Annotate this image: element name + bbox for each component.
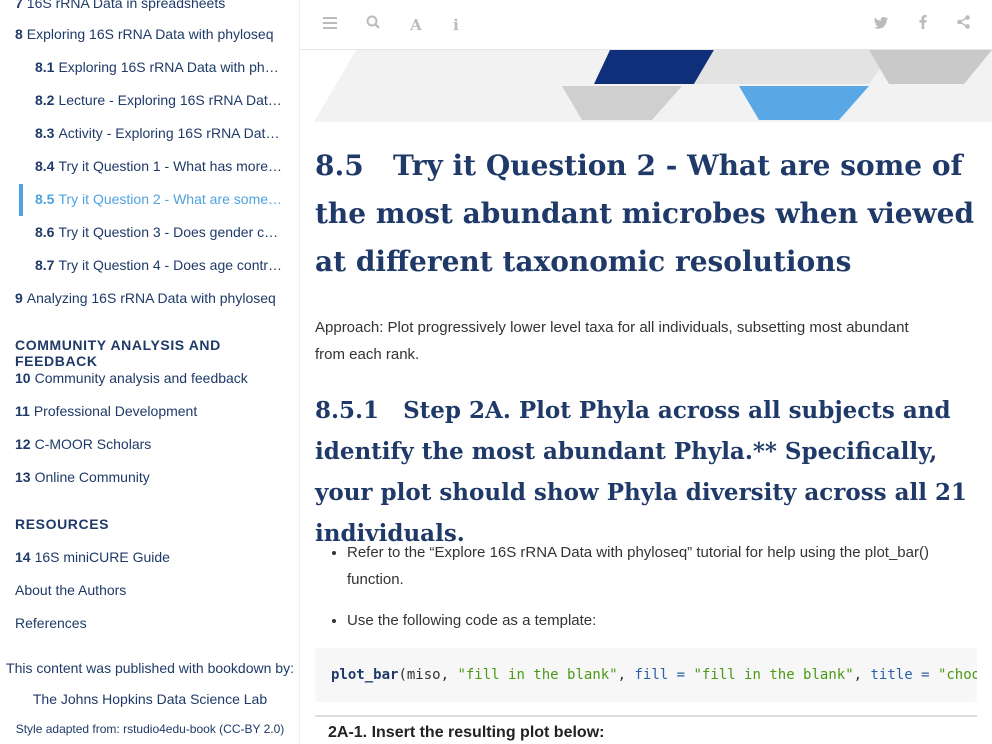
header-banner [314,50,992,122]
sidebar-item-8-4[interactable]: 8.4Try it Question 1 - What has more imp… [35,157,285,175]
twitter-icon[interactable] [870,14,892,36]
sidebar-item-8-2[interactable]: 8.2Lecture - Exploring 16S rRNA Data wit… [35,91,285,109]
code-arg: fill = [634,667,694,683]
sidebar-item-ch13[interactable]: 13 Online Community [15,468,290,486]
sidebar-item-ch12[interactable]: 12 C-MOOR Scholars [15,435,290,453]
style-credit-link[interactable]: Style adapted from: rstudio4edu-book (CC… [0,722,299,736]
instruction-list: Refer to the “Explore 16S rRNA Data with… [347,539,947,634]
list-item: Refer to the “Explore 16S rRNA Data with… [347,539,947,593]
lab-link[interactable]: The Johns Hopkins Data Science Lab [0,691,299,707]
sidebar-item-ch14[interactable]: 14 16S miniCURE Guide [15,548,290,566]
step-heading: 8.5.1 Step 2A. Plot Phyla across all sub… [315,397,968,547]
active-indicator [19,184,23,216]
sidebar-item-ch11[interactable]: 11 Professional Development [15,402,290,420]
sidebar-item-8-3[interactable]: 8.3Activity - Exploring 16S rRNA Data wi… [35,124,285,142]
list-item: Use the following code as a template: [347,607,947,634]
toolbar: A i [300,0,992,50]
code-arg: title = [870,667,938,683]
sidebar-item-8-1[interactable]: 8.1 Exploring 16S rRNA Data with phyloseq [35,58,285,76]
divider [315,715,977,717]
sidebar-item-references[interactable]: References [15,614,290,632]
sidebar-item-ch9[interactable]: 9 Analyzing 16S rRNA Data with phyloseq [15,289,290,307]
code-text: , [617,667,635,683]
published-by-text: This content was published with bookdown… [6,660,294,676]
code-string: "choose a title" [937,667,977,683]
code-block[interactable]: plot_bar(miso, "fill in the blank", fill… [315,648,977,702]
code-function: plot_bar [331,667,399,683]
sidebar-item-about[interactable]: About the Authors [15,581,290,599]
insert-plot-label: 2A-1. Insert the resulting plot below: [328,724,605,741]
code-text: , [853,667,871,683]
facebook-icon[interactable] [912,14,934,36]
section-header-resources: RESOURCES [15,516,110,532]
info-icon[interactable]: i [445,14,467,36]
share-icon[interactable] [952,14,974,36]
menu-icon[interactable] [319,14,341,36]
sidebar-item-ch8[interactable]: 8 Exploring 16S rRNA Data with phyloseq [15,25,290,43]
sidebar-item-8-5[interactable]: 8.5 Try it Question 2 - What are some of … [35,190,285,208]
approach-paragraph: Approach: Plot progressively lower level… [315,319,909,363]
sidebar: 7 16S rRNA Data in spreadsheets 8 Explorin… [0,0,300,744]
code-text: (miso, [398,667,458,683]
sidebar-item-8-6[interactable]: 8.6Try it Question 3 - Does gender contr… [35,223,285,241]
sidebar-item-ch10[interactable]: 10 Community analysis and feedback [15,369,290,387]
code-string: "fill in the blank" [693,667,854,683]
section-header-community: COMMUNITY ANALYSIS AND FEEDBACK [15,337,221,369]
code-string: "fill in the blank" [457,667,618,683]
page-title: 8.5 Try it Question 2 - What are some of… [315,149,975,278]
search-icon[interactable] [362,14,384,36]
font-icon[interactable]: A [405,14,427,36]
sidebar-item-ch7[interactable]: 7 16S rRNA Data in spreadsheets [15,0,290,12]
sidebar-item-8-7[interactable]: 8.7 Try it Question 4 - Does age contribu… [35,256,285,274]
